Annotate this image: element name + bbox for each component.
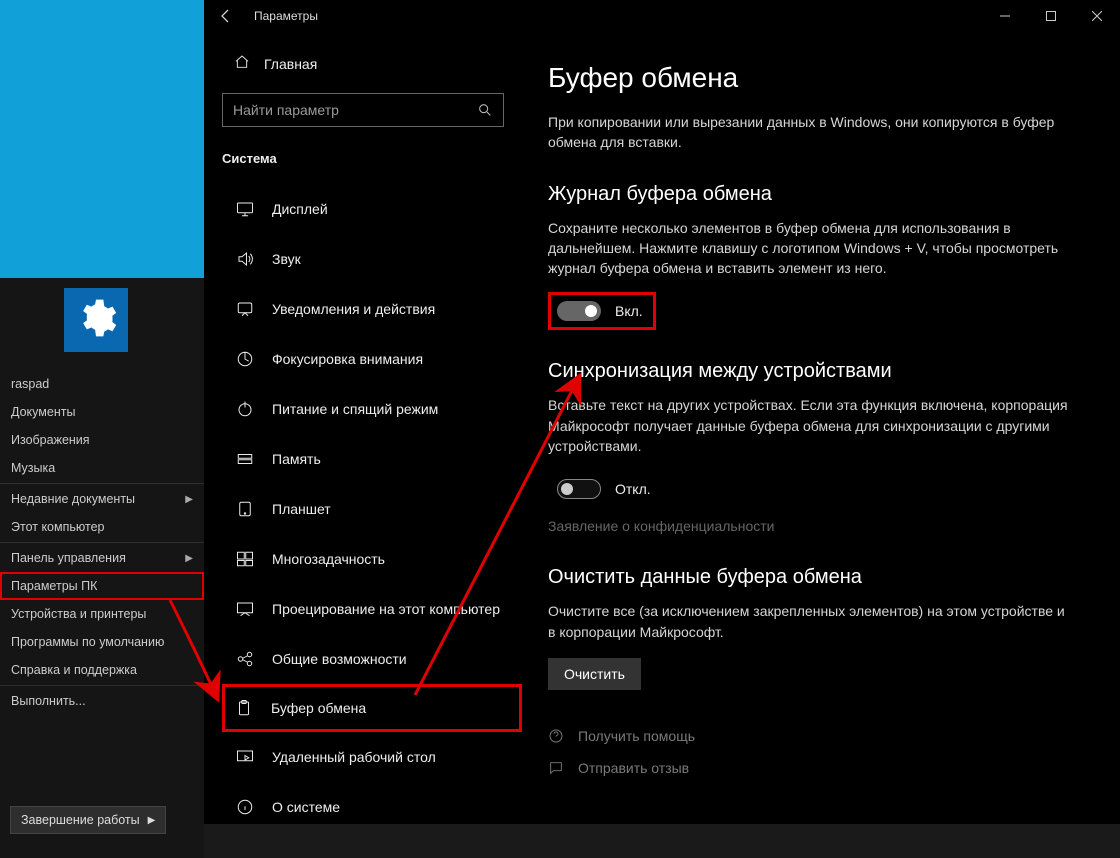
chevron-right-icon: ▶ [185,553,193,564]
start-item-music[interactable]: Музыка [0,454,204,482]
nav-list: Дисплей Звук Уведомления и действия Фоку… [222,184,522,824]
close-button[interactable] [1074,0,1120,32]
tablet-icon [236,500,254,518]
history-desc: Сохраните несколько элементов в буфер об… [548,218,1074,279]
sound-icon [236,250,254,268]
chevron-right-icon: ▶ [185,494,193,505]
nav-home[interactable]: Главная [222,44,522,83]
nav-item-projecting[interactable]: Проецирование на этот компьютер [222,584,522,634]
start-item-help[interactable]: Справка и поддержка [0,656,204,684]
start-item-devices[interactable]: Устройства и принтеры [0,600,204,628]
power-icon [236,400,254,418]
maximize-button[interactable] [1028,0,1074,32]
start-item-pc-settings[interactable]: Параметры ПК [0,572,204,600]
nav-item-multitask[interactable]: Многозадачность [222,534,522,584]
start-menu-panel: raspad Документы Изображения Музыка Неда… [0,0,204,858]
nav-item-clipboard[interactable]: Буфер обмена [222,684,522,732]
back-button[interactable] [204,0,248,32]
storage-icon [236,450,254,468]
display-icon [236,200,254,218]
nav-item-focus[interactable]: Фокусировка внимания [222,334,522,384]
nav-item-notifications[interactable]: Уведомления и действия [222,284,522,334]
shared-icon [236,650,254,668]
settings-nav: Главная Система Дисплей Звук Уведомления… [204,32,522,824]
start-item-default-programs[interactable]: Программы по умолчанию [0,628,204,656]
focus-icon [236,350,254,368]
clipboard-icon [235,699,253,717]
nav-item-storage[interactable]: Память [222,434,522,484]
nav-item-tablet[interactable]: Планшет [222,484,522,534]
nav-item-display[interactable]: Дисплей [222,184,522,234]
start-item-thispc[interactable]: Этот компьютер [0,513,204,541]
search-input[interactable] [233,102,477,118]
nav-item-power[interactable]: Питание и спящий режим [222,384,522,434]
start-item-run[interactable]: Выполнить... [0,687,204,715]
clear-button[interactable]: Очистить [548,658,641,690]
history-toggle-label: Вкл. [615,303,643,319]
sync-toggle-row: Откл. [548,470,664,508]
arrow-left-icon [218,8,234,24]
page-title: Буфер обмена [548,62,1074,94]
sync-desc: Вставьте текст на других устройствах. Ес… [548,395,1074,456]
start-item-recent[interactable]: Недавние документы▶ [0,485,204,513]
start-item-controlpanel[interactable]: Панель управления▶ [0,544,204,572]
start-item-documents[interactable]: Документы [0,398,204,426]
settings-tile[interactable] [64,288,128,352]
sync-heading: Синхронизация между устройствами [548,360,1074,383]
clear-desc: Очистите все (за исключением закрепленны… [548,601,1074,642]
settings-search[interactable] [222,93,504,127]
nav-item-about[interactable]: О системе [222,782,522,824]
minimize-button[interactable] [982,0,1028,32]
help-icon [548,728,564,744]
nav-item-sound[interactable]: Звук [222,234,522,284]
nav-item-shared[interactable]: Общие возможности [222,634,522,684]
start-accent [0,0,204,278]
clear-heading: Очистить данные буфера обмена [548,566,1074,589]
projecting-icon [236,600,254,618]
multitask-icon [236,550,254,568]
notifications-icon [236,300,254,318]
info-icon [236,798,254,816]
content-pane: Буфер обмена При копировании или вырезан… [522,32,1120,824]
history-toggle[interactable] [557,301,601,321]
intro-text: При копировании или вырезании данных в W… [548,112,1074,153]
feedback-icon [548,760,564,776]
start-item-pictures[interactable]: Изображения [0,426,204,454]
nav-category: Система [222,145,522,184]
get-help-link[interactable]: Получить помощь [548,720,1074,752]
settings-window: Параметры Главная Система Ди [204,0,1120,824]
start-username[interactable]: raspad [0,370,204,398]
sync-toggle[interactable] [557,479,601,499]
window-title: Параметры [248,9,318,23]
start-shutdown-button[interactable]: Завершение работы▶ [10,806,166,834]
chevron-right-icon: ▶ [148,815,156,826]
history-toggle-row: Вкл. [548,292,656,330]
search-icon [477,102,493,118]
titlebar: Параметры [204,0,1120,32]
gear-icon [74,296,118,345]
history-heading: Журнал буфера обмена [548,183,1074,206]
remote-icon [236,748,254,766]
nav-item-remote[interactable]: Удаленный рабочий стол [222,732,522,782]
privacy-link[interactable]: Заявление о конфиденциальности [548,518,774,534]
home-icon [234,54,250,73]
feedback-link[interactable]: Отправить отзыв [548,752,1074,784]
sync-toggle-label: Откл. [615,481,651,497]
